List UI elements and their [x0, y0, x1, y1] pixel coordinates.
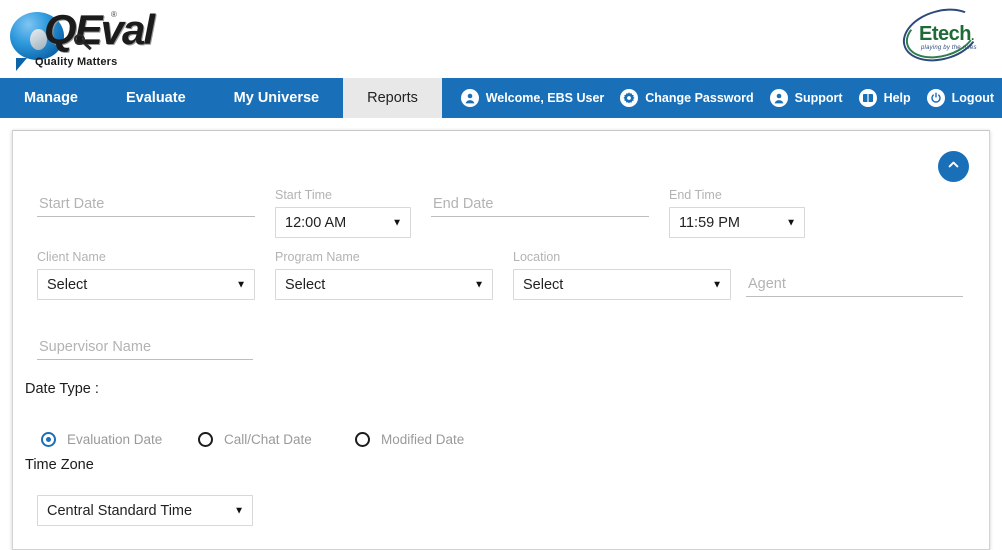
client-name-select[interactable]: Select — [37, 269, 255, 300]
user-nav: Welcome, EBS User Change Password Suppor… — [445, 78, 994, 118]
radio-evaluation-date-label: Evaluation Date — [67, 432, 162, 447]
client-name-select-wrap: Select ▼ — [37, 269, 255, 300]
start-time-label: Start Time — [275, 188, 411, 202]
supervisor-name-input[interactable] — [37, 336, 253, 360]
primary-nav: Manage Evaluate My Universe Reports — [0, 78, 442, 118]
nav-welcome-label: Welcome, EBS User — [486, 91, 605, 105]
page-header: QEval ® Quality Matters Etech. playing b… — [0, 0, 1002, 78]
start-time-select-wrap: 12:00 AM ▼ — [275, 207, 411, 238]
nav-support-label: Support — [795, 91, 843, 105]
time-zone-select[interactable]: Central Standard Time — [37, 495, 253, 526]
magnifier-icon — [74, 34, 85, 45]
radio-modified-date[interactable]: Modified Date — [355, 432, 464, 447]
location-field: Location Select ▼ — [513, 250, 731, 300]
qeval-logo-text: QEval — [44, 6, 153, 54]
nav-help[interactable]: Help — [859, 89, 911, 107]
etech-logo[interactable]: Etech. playing by the rules — [902, 8, 980, 64]
start-time-field: Start Time 12:00 AM ▼ — [275, 188, 411, 238]
time-zone-select-wrap: Central Standard Time ▼ — [37, 495, 253, 526]
registered-mark: ® — [111, 10, 117, 19]
report-filter-panel: Start Time 12:00 AM ▼ End Time 11:59 PM … — [12, 130, 990, 550]
nav-help-label: Help — [884, 91, 911, 105]
nav-logout-label: Logout — [952, 91, 994, 105]
qeval-logo[interactable]: QEval ® Quality Matters — [8, 4, 120, 70]
user-icon — [770, 89, 788, 107]
program-name-select-wrap: Select ▼ — [275, 269, 493, 300]
end-time-select-wrap: 11:59 PM ▼ — [669, 207, 805, 238]
radio-unselected-icon — [355, 432, 370, 447]
etech-dot: . — [971, 29, 974, 43]
nav-item-reports[interactable]: Reports — [343, 78, 442, 118]
book-icon — [859, 89, 877, 107]
time-zone-label: Time Zone — [25, 457, 94, 473]
location-select[interactable]: Select — [513, 269, 731, 300]
program-name-select[interactable]: Select — [275, 269, 493, 300]
start-date-input[interactable] — [37, 193, 255, 217]
collapse-panel-button[interactable] — [938, 151, 969, 182]
location-select-wrap: Select ▼ — [513, 269, 731, 300]
program-name-field: Program Name Select ▼ — [275, 250, 493, 300]
end-time-field: End Time 11:59 PM ▼ — [669, 188, 805, 238]
agent-input[interactable] — [746, 273, 963, 297]
radio-modified-date-label: Modified Date — [381, 432, 464, 447]
start-time-select[interactable]: 12:00 AM — [275, 207, 411, 238]
end-time-label: End Time — [669, 188, 805, 202]
client-name-label: Client Name — [37, 250, 255, 264]
client-name-field: Client Name Select ▼ — [37, 250, 255, 300]
radio-selected-icon — [41, 432, 56, 447]
nav-change-password-label: Change Password — [645, 91, 753, 105]
user-icon — [461, 89, 479, 107]
radio-unselected-icon — [198, 432, 213, 447]
radio-call-chat-date[interactable]: Call/Chat Date — [198, 432, 355, 447]
gear-icon — [620, 89, 638, 107]
power-icon — [927, 89, 945, 107]
date-type-radio-group: Evaluation Date Call/Chat Date Modified … — [41, 432, 464, 447]
etech-logo-text: Etech. — [919, 23, 974, 46]
nav-welcome-user[interactable]: Welcome, EBS User — [461, 89, 605, 107]
etech-name-text: Etech — [919, 23, 971, 45]
location-label: Location — [513, 250, 731, 264]
end-date-input[interactable] — [431, 193, 649, 217]
agent-field — [746, 273, 963, 297]
etech-tagline: playing by the rules — [921, 45, 977, 51]
radio-call-chat-date-label: Call/Chat Date — [224, 432, 312, 447]
time-zone-field: Central Standard Time ▼ — [37, 495, 253, 526]
end-date-field — [431, 193, 649, 217]
nav-item-my-universe[interactable]: My Universe — [210, 78, 343, 118]
date-type-label: Date Type : — [25, 381, 99, 397]
nav-logout[interactable]: Logout — [927, 89, 994, 107]
program-name-label: Program Name — [275, 250, 493, 264]
end-time-select[interactable]: 11:59 PM — [669, 207, 805, 238]
main-navigation-bar: Manage Evaluate My Universe Reports Welc… — [0, 78, 1002, 118]
start-date-field — [37, 193, 255, 217]
nav-item-manage[interactable]: Manage — [0, 78, 102, 118]
nav-support[interactable]: Support — [770, 89, 843, 107]
chevron-up-icon — [946, 157, 961, 177]
nav-item-evaluate[interactable]: Evaluate — [102, 78, 210, 118]
radio-evaluation-date[interactable]: Evaluation Date — [41, 432, 198, 447]
nav-change-password[interactable]: Change Password — [620, 89, 753, 107]
supervisor-name-field — [37, 336, 253, 360]
qeval-tagline: Quality Matters — [35, 56, 117, 68]
